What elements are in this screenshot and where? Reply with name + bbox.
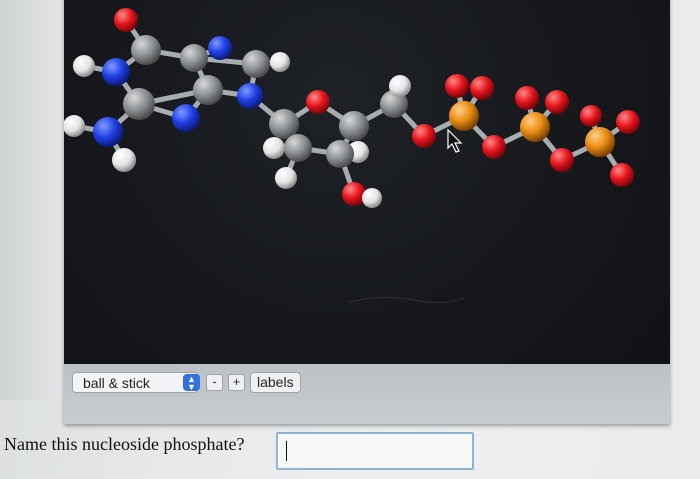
answer-input[interactable] [276, 432, 474, 470]
hydrogen-atom-2 [73, 55, 95, 77]
page-background-strip [0, 0, 66, 400]
render-mode-select[interactable]: ball & stick ▲ ▼ [72, 372, 200, 393]
molecule-canvas[interactable] [64, 0, 670, 374]
hydrogen-atom-19 [275, 167, 297, 189]
phosphorus-atom-36 [585, 127, 615, 157]
hydrogen-atom-26 [389, 75, 411, 97]
carbon-atom-22 [326, 140, 354, 168]
nitrogen-atom-3 [102, 58, 130, 86]
carbon-atom-10 [193, 75, 223, 105]
nitrogen-atom-5 [93, 117, 123, 147]
oxygen-atom-38 [616, 110, 640, 134]
oxygen-atom-16 [306, 90, 330, 114]
molecule-atoms [64, 8, 640, 208]
zoom-out-button[interactable]: - [206, 374, 223, 391]
carbon-atom-1 [131, 35, 161, 65]
carbon-atom-20 [339, 111, 369, 141]
oxygen-atom-37 [580, 105, 602, 127]
viewer-controls-bar: ball & stick ▲ ▼ - + labels [64, 364, 670, 424]
oxygen-atom-39 [610, 163, 634, 187]
screen-glare-line [348, 296, 465, 304]
phosphorus-atom-32 [520, 112, 550, 142]
select-arrows-icon: ▲ ▼ [183, 374, 200, 392]
nitrogen-atom-14 [237, 83, 263, 109]
hydrogen-atom-18 [263, 137, 285, 159]
hydrogen-atom-6 [64, 115, 85, 137]
text-caret [286, 441, 287, 461]
nitrogen-atom-11 [172, 104, 200, 132]
carbon-atom-12 [242, 50, 270, 78]
hydrogen-atom-13 [270, 52, 290, 72]
carbon-atom-17 [284, 134, 312, 162]
labels-button[interactable]: labels [250, 372, 301, 393]
render-mode-value: ball & stick [83, 375, 150, 391]
oxygen-atom-35 [550, 148, 574, 172]
oxygen-atom-23 [342, 182, 366, 206]
phosphorus-atom-28 [449, 101, 479, 131]
oxygen-atom-30 [470, 76, 494, 100]
carbon-atom-8 [180, 44, 208, 72]
question-prompt: Name this nucleoside phosphate? [4, 434, 245, 454]
oxygen-atom-31 [482, 135, 506, 159]
oxygen-atom-0 [114, 8, 138, 32]
mouse-pointer-icon [447, 128, 463, 153]
oxygen-atom-27 [412, 124, 436, 148]
hydrogen-atom-24 [362, 188, 382, 208]
oxygen-atom-33 [515, 86, 539, 110]
oxygen-atom-34 [545, 90, 569, 114]
nitrogen-atom-9 [208, 36, 232, 60]
oxygen-atom-29 [445, 74, 469, 98]
molecule-viewer[interactable]: ball & stick ▲ ▼ - + labels [64, 0, 670, 424]
zoom-in-button[interactable]: + [228, 374, 245, 391]
hydrogen-atom-7 [112, 148, 136, 172]
carbon-atom-4 [123, 88, 155, 120]
